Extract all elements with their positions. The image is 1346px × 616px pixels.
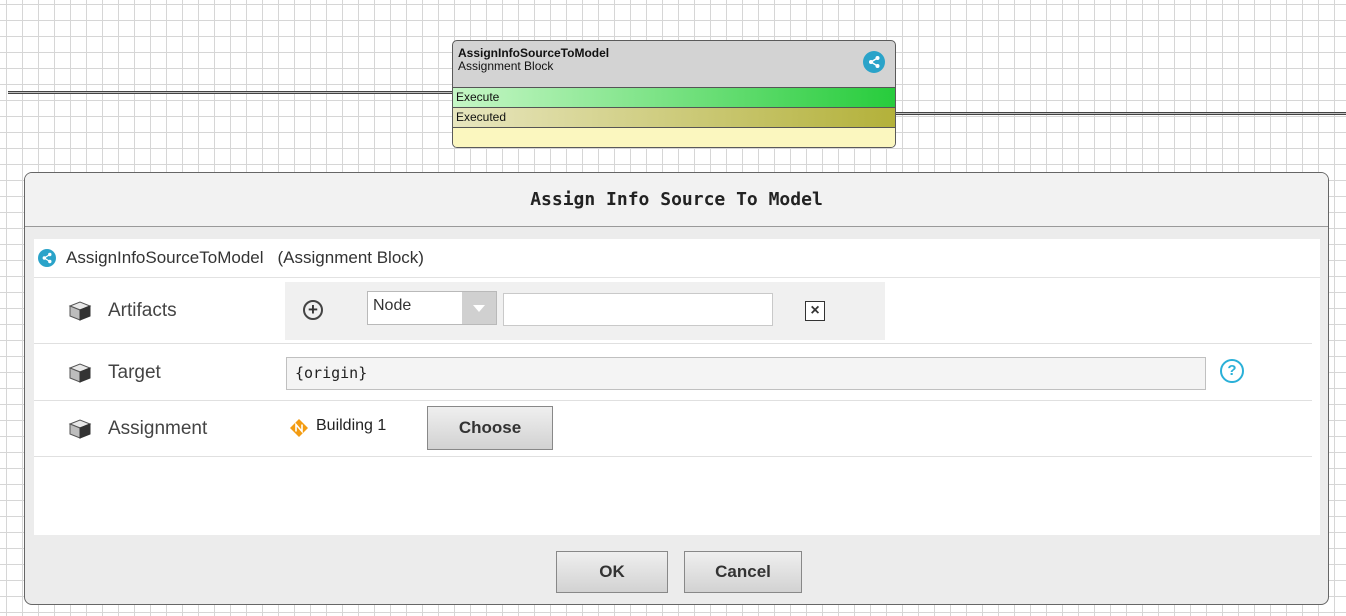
- port-execute[interactable]: Execute: [453, 87, 895, 107]
- close-icon[interactable]: ×: [805, 301, 825, 321]
- artifact-type-value: Node: [373, 297, 412, 314]
- assign-dialog: Assign Info Source To Model AssignInfoSo…: [24, 172, 1329, 605]
- ok-button[interactable]: OK: [556, 551, 668, 593]
- dialog-title: Assign Info Source To Model: [25, 173, 1328, 227]
- assignment-label-group: Assignment: [68, 401, 207, 456]
- connector-wire-out: [896, 112, 1346, 115]
- cube-icon: [68, 362, 92, 383]
- block-type: (Assignment Block): [277, 248, 424, 267]
- artifacts-label: Artifacts: [108, 300, 177, 321]
- target-row: Target {origin} ?: [34, 345, 1312, 401]
- chevron-down-icon[interactable]: [462, 292, 496, 324]
- cube-icon: [68, 418, 92, 439]
- node-name: AssignInfoSourceToModel: [458, 46, 610, 60]
- port-executed[interactable]: Executed: [453, 107, 895, 127]
- port-empty: [453, 127, 895, 147]
- share-icon: [863, 51, 885, 73]
- plus-circle-icon[interactable]: +: [303, 300, 323, 320]
- connector-wire-in: [8, 91, 455, 94]
- block-header: AssignInfoSourceToModel (Assignment Bloc…: [34, 239, 1320, 278]
- node-header: AssignInfoSourceToModel Assignment Block: [453, 41, 895, 87]
- artifacts-editor: + Node ×: [285, 282, 885, 340]
- target-label-group: Target: [68, 345, 161, 400]
- help-icon[interactable]: ?: [1220, 359, 1244, 383]
- flow-node[interactable]: AssignInfoSourceToModel Assignment Block…: [452, 40, 896, 148]
- target-input[interactable]: {origin}: [286, 357, 1206, 390]
- artifact-value-input[interactable]: [503, 293, 773, 326]
- assignment-row: Assignment Building 1 Choose: [34, 401, 1312, 457]
- artifact-type-select[interactable]: Node: [367, 291, 497, 325]
- target-label: Target: [108, 361, 161, 383]
- node-icon: [290, 419, 308, 437]
- assignment-value: Building 1: [316, 417, 387, 434]
- artifacts-label-group: Artifacts: [68, 279, 177, 343]
- cube-icon: [68, 301, 92, 321]
- artifacts-row: Artifacts + Node ×: [34, 279, 1312, 344]
- block-name: AssignInfoSourceToModel: [66, 248, 264, 267]
- choose-button[interactable]: Choose: [427, 406, 553, 450]
- share-icon: [38, 249, 56, 267]
- assignment-label: Assignment: [108, 417, 208, 439]
- node-type: Assignment Block: [458, 59, 554, 73]
- cancel-button[interactable]: Cancel: [684, 551, 802, 593]
